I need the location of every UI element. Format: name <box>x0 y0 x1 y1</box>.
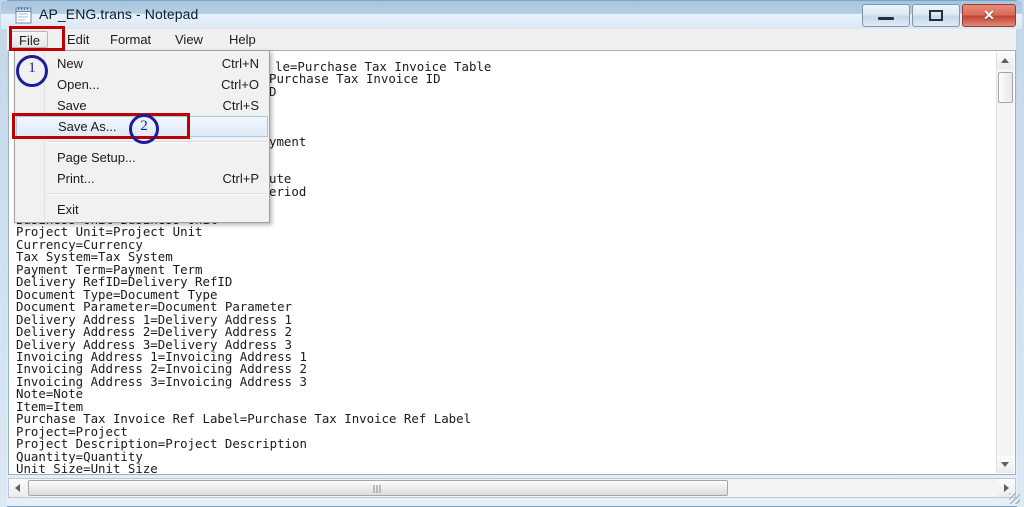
scroll-up-button[interactable] <box>997 52 1014 69</box>
menu-item-open-accel: Ctrl+O <box>221 77 259 92</box>
occluded-line-4: yment <box>269 134 307 149</box>
chevron-up-icon <box>1001 58 1009 63</box>
window-resize-grip[interactable] <box>1009 493 1020 504</box>
menu-view[interactable]: View <box>168 31 210 48</box>
close-button[interactable]: ✕ <box>962 4 1016 27</box>
menu-item-save-accel: Ctrl+S <box>222 98 259 113</box>
horizontal-scroll-thumb[interactable] <box>28 480 728 496</box>
occluded-line-3: D <box>269 84 277 99</box>
menu-item-print[interactable]: Print... Ctrl+P <box>15 168 269 189</box>
scroll-down-button[interactable] <box>997 456 1014 473</box>
chevron-left-icon <box>15 484 20 492</box>
menu-item-page-setup-label: Page Setup... <box>57 150 136 165</box>
occluded-line-6: eriod <box>269 184 307 199</box>
menu-item-open[interactable]: Open... Ctrl+O <box>15 74 269 95</box>
window-controls: ✕ <box>862 4 1016 27</box>
menu-format[interactable]: Format <box>103 31 158 48</box>
vertical-scrollbar[interactable] <box>996 52 1014 473</box>
editor-text-content: Business Unit=Business Unit Project Unit… <box>16 213 472 475</box>
maximize-button[interactable] <box>912 4 960 27</box>
window-edge-right <box>1017 0 1024 507</box>
menu-edit[interactable]: Edit <box>60 31 96 48</box>
close-icon: ✕ <box>983 7 995 23</box>
menu-item-new-accel: Ctrl+N <box>221 56 259 71</box>
annotation-step-2: 2 <box>129 114 159 144</box>
horizontal-scrollbar[interactable] <box>8 478 1016 498</box>
menu-item-exit-label: Exit <box>57 202 79 217</box>
maximize-icon <box>929 10 943 21</box>
menu-item-save-label: Save <box>57 98 87 113</box>
menu-item-print-label: Print... <box>57 171 95 186</box>
scroll-left-button[interactable] <box>9 479 27 497</box>
scroll-thumb-grip-icon <box>373 485 383 493</box>
menu-item-page-setup[interactable]: Page Setup... <box>15 147 269 168</box>
occluded-line-2: Purchase Tax Invoice ID <box>269 71 441 86</box>
vertical-scroll-thumb[interactable] <box>998 72 1013 103</box>
menu-item-new[interactable]: New Ctrl+N <box>15 53 269 74</box>
title-bar[interactable]: AP_ENG.trans - Notepad ✕ <box>1 1 1022 29</box>
menu-help[interactable]: Help <box>222 31 263 48</box>
menu-item-save[interactable]: Save Ctrl+S <box>15 95 269 116</box>
menu-item-open-label: Open... <box>57 77 100 92</box>
menu-item-exit[interactable]: Exit <box>15 199 269 220</box>
chevron-down-icon <box>1001 462 1009 467</box>
annotation-step-1: 1 <box>16 55 48 87</box>
menu-file[interactable]: File <box>11 31 48 48</box>
menu-separator-1 <box>47 141 267 143</box>
menu-item-new-label: New <box>57 56 84 71</box>
window-title: AP_ENG.trans - Notepad <box>39 6 199 22</box>
menu-item-print-accel: Ctrl+P <box>222 171 259 186</box>
menu-separator-2 <box>47 193 267 195</box>
minimize-button[interactable] <box>862 4 910 27</box>
menu-item-save-as-label: Save As... <box>58 119 117 134</box>
menu-bar: File Edit Format View Help <box>7 29 1016 51</box>
window-edge-left <box>0 0 7 507</box>
minimize-icon <box>878 17 894 20</box>
chevron-right-icon <box>1004 484 1009 492</box>
notepad-icon <box>15 7 32 24</box>
notepad-window-screenshot: AP_ENG.trans - Notepad ✕ File Edit Forma… <box>0 0 1024 507</box>
